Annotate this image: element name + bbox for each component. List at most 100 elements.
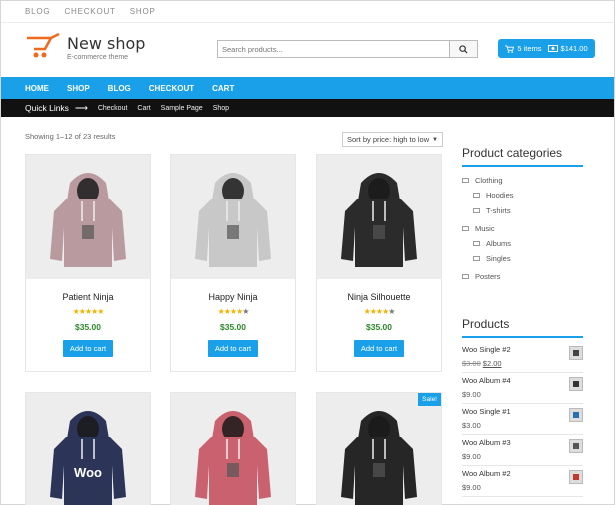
product-image[interactable] xyxy=(26,155,150,279)
sidebar-product-name[interactable]: Woo Single #1 xyxy=(462,407,583,416)
sort-select[interactable]: Sort by price: high to low ▼ xyxy=(342,132,443,147)
old-price: $3.00 xyxy=(462,359,481,368)
sidebar-product-item[interactable]: Woo Album #3 $9.00 xyxy=(462,435,583,466)
quick-links-bar: Quick Links ⟶ Checkout Cart Sample Page … xyxy=(1,99,614,117)
cart-count: 5 items xyxy=(517,44,542,53)
top-bar: BLOG CHECKOUT SHOP xyxy=(1,1,614,23)
sidebar-product-price: $2.00 xyxy=(482,359,502,368)
folder-icon xyxy=(473,241,480,246)
sale-badge: Sale! xyxy=(418,393,441,406)
album-thumbnail-icon[interactable] xyxy=(569,346,583,360)
header-cart-button[interactable]: 5 items $141.00 xyxy=(498,39,595,58)
sidebar-product-item[interactable]: Woo Single #1 $3.00 xyxy=(462,404,583,435)
cart-icon xyxy=(505,44,515,53)
folder-icon xyxy=(462,226,469,231)
star-icon: ★ xyxy=(388,307,395,316)
star-icon: ★ xyxy=(242,307,249,316)
search-input[interactable] xyxy=(217,40,450,58)
dropdown-arrow-icon: ▼ xyxy=(432,136,438,143)
sort-selected-value: Sort by price: high to low xyxy=(347,135,430,144)
add-to-cart-button[interactable]: Add to cart xyxy=(207,340,259,357)
quick-link-cart[interactable]: Cart xyxy=(137,105,150,112)
sidebar-categories: Product categories Clothing Hoodies T-shir… xyxy=(462,146,583,284)
sidebar-product-name[interactable]: Woo Single #2 xyxy=(462,345,583,354)
arrow-right-icon: ⟶ xyxy=(74,102,88,113)
category-item[interactable]: Singles xyxy=(462,251,583,266)
product-price: $35.00 xyxy=(75,322,101,332)
album-thumbnail-icon[interactable] xyxy=(569,470,583,484)
product-name[interactable]: Ninja Silhouette xyxy=(317,292,441,302)
nav-home[interactable]: HOME xyxy=(25,84,49,93)
album-thumbnail-icon[interactable] xyxy=(569,408,583,422)
album-thumbnail-icon[interactable] xyxy=(569,377,583,391)
product-image[interactable] xyxy=(317,393,441,505)
sidebar-product-item[interactable]: Woo Album #4 $9.00 xyxy=(462,373,583,404)
product-price: $35.00 xyxy=(366,322,392,332)
category-item[interactable]: Posters xyxy=(462,269,583,284)
product-card[interactable]: Patient Ninja ★★★★★ $35.00 Add to cart xyxy=(25,154,151,372)
category-item[interactable]: T-shirts xyxy=(462,203,583,218)
top-link-blog[interactable]: BLOG xyxy=(25,7,50,16)
sidebar-product-name[interactable]: Woo Album #2 xyxy=(462,469,583,478)
product-name[interactable]: Patient Ninja xyxy=(26,292,150,302)
quick-link-shop[interactable]: Shop xyxy=(213,105,229,112)
product-card[interactable]: Sale! xyxy=(316,392,442,505)
product-rating: ★★★★★ xyxy=(26,307,150,316)
product-card[interactable]: Happy Ninja ★★★★★ $35.00 Add to cart xyxy=(170,154,296,372)
nav-blog[interactable]: BLOG xyxy=(108,84,131,93)
category-item[interactable]: Hoodies xyxy=(462,188,583,203)
product-card[interactable] xyxy=(170,392,296,505)
add-to-cart-button[interactable]: Add to cart xyxy=(62,340,114,357)
product-price: $35.00 xyxy=(220,322,246,332)
result-count: Showing 1–12 of 23 results xyxy=(25,132,116,141)
logo-name: New shop xyxy=(67,34,146,53)
money-icon xyxy=(547,45,558,52)
category-item[interactable]: Albums xyxy=(462,236,583,251)
site-logo[interactable]: New shop E-commerce theme xyxy=(25,32,146,61)
product-image[interactable] xyxy=(171,155,295,279)
quick-links-label: Quick Links xyxy=(25,103,69,113)
cart-total: $141.00 xyxy=(560,44,588,53)
site-header: New shop E-commerce theme 5 items $141.0… xyxy=(1,23,614,76)
category-item[interactable]: Music xyxy=(462,221,583,236)
product-image[interactable] xyxy=(171,393,295,505)
nav-checkout[interactable]: CHECKOUT xyxy=(149,84,194,93)
product-name[interactable]: Happy Ninja xyxy=(171,292,295,302)
top-link-checkout[interactable]: CHECKOUT xyxy=(64,7,115,16)
logo-tagline: E-commerce theme xyxy=(67,54,129,61)
sidebar-product-price: $9.00 xyxy=(462,390,481,399)
category-label: Music xyxy=(475,224,495,233)
folder-icon xyxy=(473,193,480,198)
top-link-shop[interactable]: SHOP xyxy=(130,7,156,16)
sidebar-product-name[interactable]: Woo Album #4 xyxy=(462,376,583,385)
categories-title: Product categories xyxy=(462,146,583,167)
sidebar-products: Products Woo Single #2 $3.00 $2.00 Woo Al… xyxy=(462,317,583,497)
category-label: Clothing xyxy=(475,176,503,185)
product-card[interactable]: Woo xyxy=(25,392,151,505)
search-button[interactable] xyxy=(450,40,478,58)
quick-link-sample-page[interactable]: Sample Page xyxy=(161,105,203,112)
sidebar-product-item[interactable]: Woo Album #2 $9.00 xyxy=(462,466,583,497)
product-rating: ★★★★★ xyxy=(317,307,441,316)
sidebar-product-price: $9.00 xyxy=(462,452,481,461)
product-rating: ★★★★★ xyxy=(171,307,295,316)
product-image[interactable] xyxy=(317,155,441,279)
sidebar-product-item[interactable]: Woo Single #2 $3.00 $2.00 xyxy=(462,342,583,373)
print-text: Woo xyxy=(74,465,102,480)
category-label: T-shirts xyxy=(486,206,511,215)
category-label: Posters xyxy=(475,272,501,281)
album-thumbnail-icon[interactable] xyxy=(569,439,583,453)
nav-shop[interactable]: SHOP xyxy=(67,84,90,93)
star-icon: ★ xyxy=(97,307,104,316)
nav-cart[interactable]: CART xyxy=(212,84,234,93)
add-to-cart-button[interactable]: Add to cart xyxy=(353,340,405,357)
category-item[interactable]: Clothing xyxy=(462,173,583,188)
category-label: Albums xyxy=(486,239,512,248)
folder-icon xyxy=(462,274,469,279)
cart-logo-icon xyxy=(25,32,63,61)
products-title: Products xyxy=(462,317,583,338)
quick-link-checkout[interactable]: Checkout xyxy=(98,105,128,112)
product-card[interactable]: Ninja Silhouette ★★★★★ $35.00 Add to car… xyxy=(316,154,442,372)
product-image[interactable]: Woo xyxy=(26,393,150,505)
sidebar-product-name[interactable]: Woo Album #3 xyxy=(462,438,583,447)
